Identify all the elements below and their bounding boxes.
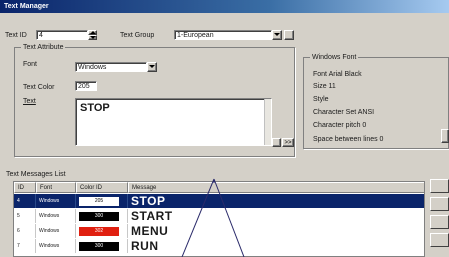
callout-line-left	[181, 178, 215, 257]
callout-overlay	[181, 178, 245, 257]
text-manager-window: Text Manager Text ID 4 Text Group 1-Euro…	[0, 0, 449, 257]
callout-line-right	[213, 178, 245, 257]
